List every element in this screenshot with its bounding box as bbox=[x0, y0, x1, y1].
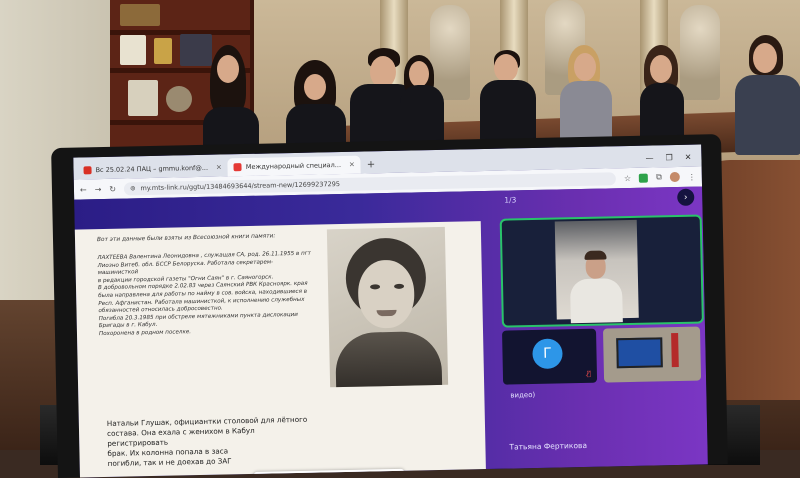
reload-icon[interactable]: ↻ bbox=[109, 184, 116, 193]
statue bbox=[680, 5, 720, 100]
laptop-screen: Вс 25.02.24 ПАЦ – gmmu.konf@... ✕ Междун… bbox=[73, 144, 708, 478]
tab-label: Международный специал... bbox=[245, 161, 342, 171]
statue bbox=[430, 5, 470, 100]
participant-tile[interactable]: Г 🎙̸ bbox=[502, 328, 598, 385]
window-controls: — ❐ ✕ bbox=[635, 152, 701, 167]
site-info-icon[interactable]: ⊚ bbox=[130, 184, 136, 192]
notification-popup[interactable] bbox=[253, 468, 405, 478]
bookmark-star-icon[interactable]: ☆ bbox=[624, 173, 631, 182]
minimize-icon[interactable]: — bbox=[645, 153, 653, 162]
portrait-photo bbox=[326, 226, 449, 388]
tab-label: Вс 25.02.24 ПАЦ – gmmu.konf@... bbox=[95, 163, 209, 175]
presentation-slide: Вот эти данные были взяты из Всесоюзной … bbox=[73, 221, 487, 478]
speaker-video bbox=[554, 219, 639, 324]
close-tab-icon[interactable]: ✕ bbox=[349, 161, 355, 169]
extension-shield-icon[interactable] bbox=[639, 173, 649, 183]
slide-counter: 1/3 bbox=[504, 195, 517, 205]
back-arrow-icon[interactable]: ← bbox=[80, 185, 87, 194]
slide-story-text: Натальи Глушак, официантки столовой для … bbox=[107, 415, 318, 469]
slide-biography: ЛАХТЕЕВА Валентина Леонидовна , служащая… bbox=[97, 251, 314, 339]
participant-avatar: Г bbox=[532, 338, 563, 370]
tab-favicon-icon bbox=[83, 166, 92, 175]
tab-favicon-icon bbox=[233, 163, 242, 172]
url-text: my.mts-link.ru/ggtu/13484693644/stream-n… bbox=[140, 180, 341, 193]
room-video-tile[interactable] bbox=[602, 326, 702, 383]
close-tab-icon[interactable]: ✕ bbox=[216, 164, 222, 172]
slide-intro-text: Вот эти данные были взяты из Всесоюзной … bbox=[96, 233, 276, 244]
forward-arrow-icon[interactable]: → bbox=[95, 185, 102, 194]
new-tab-icon[interactable]: + bbox=[361, 159, 382, 173]
webinar-page: 1/3 › Вот эти данные были взяты из Всесо… bbox=[73, 186, 708, 478]
browser-menu-icon[interactable]: ⋮ bbox=[688, 172, 696, 181]
extensions-puzzle-icon[interactable]: ⧉ bbox=[656, 172, 662, 182]
next-slide-button[interactable]: › bbox=[677, 188, 695, 206]
participant-label: видео) bbox=[510, 390, 536, 400]
mic-muted-icon: 🎙̸ bbox=[586, 369, 592, 378]
profile-avatar-icon[interactable] bbox=[669, 171, 680, 183]
laptop: Вс 25.02.24 ПАЦ – gmmu.konf@... ✕ Междун… bbox=[51, 134, 728, 478]
maximize-icon[interactable]: ❐ bbox=[665, 153, 672, 162]
chevron-right-icon: › bbox=[683, 192, 688, 203]
speaker-video-tile[interactable] bbox=[499, 214, 704, 328]
close-window-icon[interactable]: ✕ bbox=[685, 153, 692, 162]
